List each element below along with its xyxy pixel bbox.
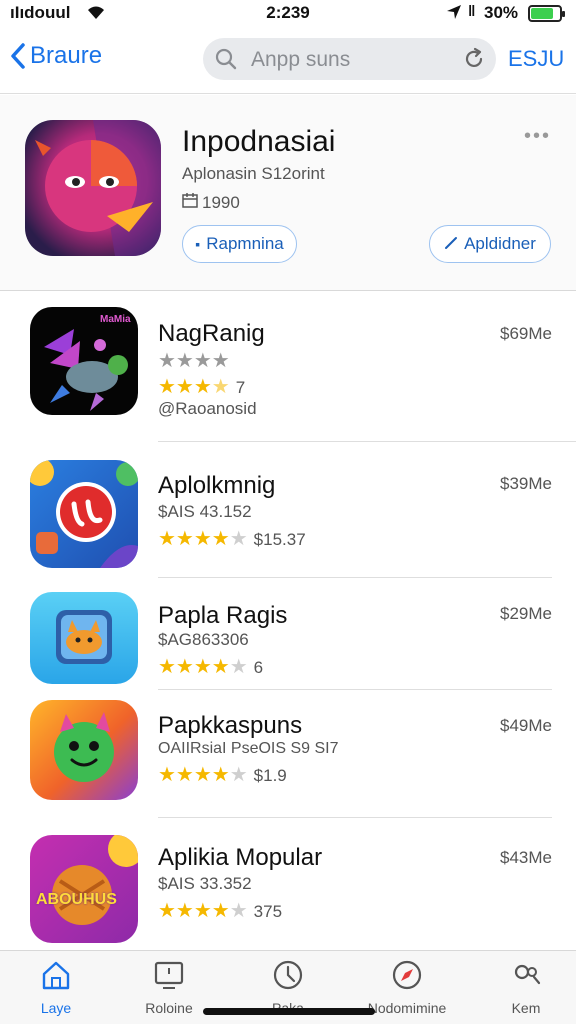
app-developer: @Raoanosid bbox=[158, 399, 257, 418]
back-button[interactable]: Braure bbox=[10, 42, 102, 70]
star-rating: ★★★★★ 6 bbox=[158, 656, 264, 678]
app-icon-abouhus[interactable]: ABOUHUS bbox=[30, 835, 138, 943]
list-item[interactable]: Aplolkmnig $AIS 43.152 ★★★★★ $15.37 $39Me bbox=[0, 442, 576, 578]
app-icon-text: ABOUHUS bbox=[36, 891, 117, 908]
refresh-icon[interactable] bbox=[462, 47, 486, 76]
app-price[interactable]: $29Me bbox=[500, 604, 552, 624]
app-subtitle: OAIIRsiaI PseOIS S9 SI7 bbox=[158, 740, 339, 757]
list-item[interactable]: MaMia NagRanig ★★★★ ★★★★ 7 @Raoanosid $69… bbox=[0, 292, 576, 442]
star-rating: ★★★★★ 375 bbox=[158, 900, 283, 922]
battery-icon bbox=[528, 5, 565, 22]
rating-note: 6 bbox=[253, 658, 264, 677]
featured-left-button[interactable]: ▪ Rapmnina bbox=[182, 225, 297, 263]
calendar-icon bbox=[182, 192, 198, 213]
tab-label: Laye bbox=[40, 1000, 72, 1016]
rating-note: 375 bbox=[253, 902, 283, 921]
star-rating: ★★★★ 7 bbox=[158, 376, 246, 398]
app-subtitle: $AIS 33.352 bbox=[158, 874, 252, 893]
app-name: Aplolkmnig bbox=[158, 472, 276, 499]
featured-app-card[interactable]: Inpodnasiai Aplonasin S12orint 1990 ••• … bbox=[0, 95, 576, 291]
location-icon bbox=[446, 4, 462, 25]
app-name: Aplikia Mopular bbox=[158, 844, 323, 871]
grey-rating: ★★★★ bbox=[158, 350, 230, 372]
app-name: NagRanig bbox=[158, 320, 265, 347]
featured-subtitle: Aplonasin S12orint bbox=[182, 164, 325, 183]
status-bar: ıIıdouul 2:239 ǁ 30% bbox=[0, 0, 576, 28]
tab-laye[interactable]: Laye bbox=[6, 959, 106, 1016]
back-label: Braure bbox=[30, 42, 103, 69]
home-indicator[interactable] bbox=[203, 1008, 375, 1015]
star-rating: ★★★★★ $1.9 bbox=[158, 764, 287, 786]
app-subtitle: $AG863306 bbox=[158, 630, 249, 649]
featured-right-label: Apldidner bbox=[464, 234, 536, 253]
alarm-icon: ǁ bbox=[468, 3, 476, 20]
app-price[interactable]: $39Me bbox=[500, 474, 552, 494]
rating-note: 7 bbox=[235, 378, 246, 397]
featured-meta: 1990 bbox=[182, 192, 240, 213]
chevron-left-icon bbox=[11, 43, 25, 69]
featured-left-label: Rapmnina bbox=[206, 234, 284, 253]
star-rating: ★★★★★ $15.37 bbox=[158, 528, 306, 550]
battery-level bbox=[531, 8, 554, 19]
app-icon-hu[interactable] bbox=[30, 460, 138, 568]
featured-title: Inpodnasiai bbox=[182, 125, 336, 158]
app-price[interactable]: $43Me bbox=[500, 848, 552, 868]
search-icon bbox=[215, 48, 237, 75]
app-price[interactable]: $49Me bbox=[500, 716, 552, 736]
app-icon-dragon[interactable]: MaMia bbox=[30, 307, 138, 415]
search-field[interactable]: Anpp suns bbox=[203, 38, 496, 80]
app-name: Papla Ragis bbox=[158, 602, 288, 629]
app-icon-fox[interactable] bbox=[30, 592, 138, 684]
featured-meta-value: 1990 bbox=[202, 192, 240, 212]
nav-right-button[interactable]: ESJU bbox=[508, 46, 564, 72]
search-placeholder: Anpp suns bbox=[251, 48, 351, 71]
search-icon bbox=[514, 964, 541, 985]
bullet-icon: ▪ bbox=[195, 236, 201, 252]
rating-note: $15.37 bbox=[253, 530, 306, 549]
app-name: Papkkaspuns bbox=[158, 712, 303, 739]
more-icon[interactable]: ••• bbox=[524, 125, 551, 148]
featured-right-button[interactable]: Apldidner bbox=[429, 225, 551, 263]
list-item[interactable]: ABOUHUS Aplikia Mopular $AIS 33.352 ★★★★… bbox=[0, 818, 576, 948]
clock-icon bbox=[273, 960, 303, 990]
list-item[interactable]: Papla Ragis $AG863306 ★★★★★ 6 $29Me bbox=[0, 578, 576, 690]
home-icon bbox=[42, 961, 70, 990]
tab-label: Kem bbox=[511, 1000, 541, 1016]
list-item[interactable]: Papkkaspuns OAIIRsiaI PseOIS S9 SI7 ★★★★… bbox=[0, 690, 576, 818]
app-icon-monster[interactable] bbox=[30, 700, 138, 800]
pencil-icon bbox=[444, 236, 458, 253]
tab-kem[interactable]: Kem bbox=[476, 959, 576, 1016]
rating-note: $1.9 bbox=[253, 766, 287, 785]
compass-icon bbox=[392, 960, 422, 990]
app-price[interactable]: $69Me bbox=[500, 324, 552, 344]
battery-percent: 30% bbox=[484, 3, 519, 22]
featured-app-icon[interactable] bbox=[25, 120, 161, 256]
app-subtitle: $AIS 43.152 bbox=[158, 502, 252, 521]
screen-icon bbox=[154, 961, 184, 989]
nav-bar: Braure Anpp suns ESJU bbox=[0, 28, 576, 94]
icon-label: MaMia bbox=[100, 314, 131, 325]
